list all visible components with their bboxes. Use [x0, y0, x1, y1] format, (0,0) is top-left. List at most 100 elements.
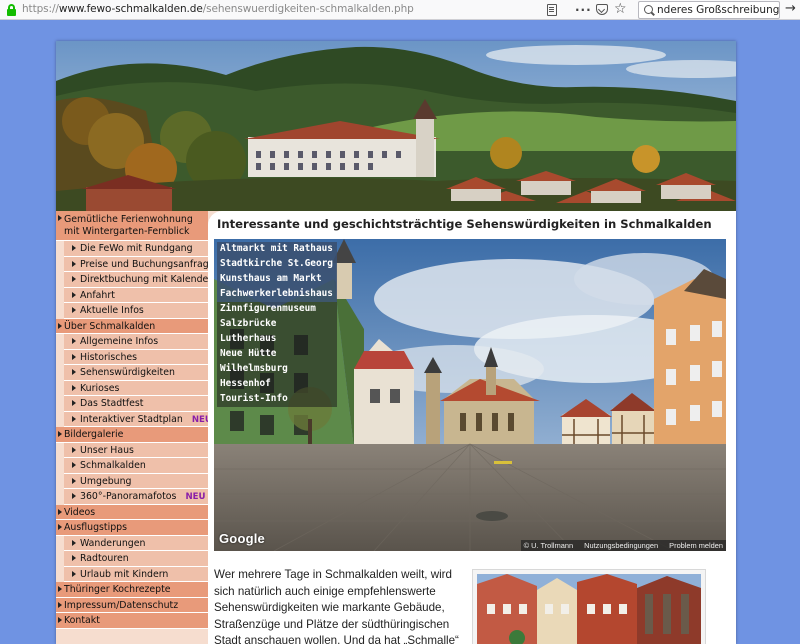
nav-item-kurioses[interactable]: Kurioses: [64, 380, 208, 396]
street-view-panorama[interactable]: Altmarkt mit Rathaus Stadtkirche St.Geor…: [214, 239, 726, 551]
nav-arrow-icon: [58, 524, 62, 530]
nav-item-impressum[interactable]: Impressum/Datenschutz: [56, 597, 208, 613]
go-arrow-icon[interactable]: →: [785, 1, 796, 16]
nav-arrow-icon: [72, 276, 76, 282]
nav-item-anfahrt[interactable]: Anfahrt: [64, 287, 208, 303]
poi-link-altmarkt[interactable]: Altmarkt mit Rathaus: [217, 242, 337, 257]
nav-arrow-icon: [58, 601, 62, 608]
nav-item-label: Urlaub mit Kindern: [80, 568, 169, 580]
nav-item-label: Wanderungen: [80, 537, 146, 549]
nav-item-label: Videos: [64, 506, 96, 518]
nav-arrow-icon: [72, 555, 76, 561]
poi-link-lutherhaus[interactable]: Lutherhaus: [217, 332, 337, 347]
poi-link-fachwerkerlebnishaus[interactable]: Fachwerkerlebnishaus: [217, 287, 337, 302]
map-terms-link[interactable]: Nutzungsbedingungen: [584, 541, 658, 550]
nav-item-kontakt[interactable]: Kontakt: [56, 613, 208, 629]
nav-arrow-icon: [72, 338, 76, 344]
nav-item-label: Die FeWo mit Rundgang: [80, 243, 193, 254]
poi-list: Altmarkt mit Rathaus Stadtkirche St.Geor…: [217, 242, 337, 407]
nav-arrow-icon: [72, 384, 76, 391]
url-scheme: https://: [22, 3, 59, 15]
nav-item-label: Über Schmalkalden: [64, 320, 156, 332]
map-copyright: © U. Trollmann: [523, 541, 574, 550]
nav-arrow-icon: [58, 617, 62, 623]
nav-item-label: Kurioses: [80, 382, 120, 394]
sidebar-nav: Gemütliche Ferienwohnung mit Wintergarte…: [56, 211, 214, 644]
poi-link-zinnfigurenmuseum[interactable]: Zinnfigurenmuseum: [217, 302, 337, 317]
reader-view-icon[interactable]: [547, 4, 557, 16]
browser-toolbar: https://www.fewo-schmalkalden.de/sehensw…: [0, 0, 800, 20]
nav-item-umgebung[interactable]: Umgebung: [64, 473, 208, 489]
nav-item-label: Gemütliche Ferienwohnung mit Wintergarte…: [64, 214, 193, 237]
nav-item-ueber-schmalkalden[interactable]: Über Schmalkalden: [56, 318, 208, 334]
nav-item-ausflugstipps[interactable]: Ausflugstipps: [56, 520, 208, 536]
nav-item-videos[interactable]: Videos: [56, 504, 208, 520]
nav-arrow-icon: [72, 477, 76, 484]
nav-item-label: Impressum/Datenschutz: [64, 599, 179, 611]
header-banner-image: [56, 41, 736, 211]
nav-item-label: Ausflugstipps: [64, 522, 127, 533]
nav-item-aktuelle-infos[interactable]: Aktuelle Infos: [64, 303, 208, 319]
nav-item-stadtfest[interactable]: Das Stadtfest: [64, 396, 208, 412]
nav-item-panoramafotos[interactable]: 360°-Panoramafotos NEU: [64, 489, 208, 505]
nav-arrow-icon: [72, 369, 76, 375]
nav-item-label: Sehenswürdigkeiten: [80, 367, 175, 378]
nav-item-label: Historisches: [80, 351, 138, 363]
poi-link-kunsthaus[interactable]: Kunsthaus am Markt: [217, 272, 337, 287]
nav-arrow-icon: [72, 493, 76, 499]
nav-item-allgemeine-infos[interactable]: Allgemeine Infos: [64, 334, 208, 350]
nav-item-sehenswuerdigkeiten[interactable]: Sehenswürdigkeiten: [64, 365, 208, 381]
nav-item-wanderungen[interactable]: Wanderungen: [64, 535, 208, 551]
poi-link-wilhelmsburg[interactable]: Wilhelmsburg: [217, 362, 337, 377]
map-report-link[interactable]: Problem melden: [669, 541, 723, 550]
nav-item-historisches[interactable]: Historisches: [64, 349, 208, 365]
nav-arrow-icon: [72, 539, 76, 546]
search-input-value: nderes Großschreibung: [657, 4, 780, 16]
nav-item-label: Kontakt: [64, 615, 100, 626]
page-actions-icon[interactable]: ···: [575, 2, 592, 18]
address-bar[interactable]: https://www.fewo-schmalkalden.de/sehensw…: [22, 3, 414, 15]
nav-item-label: Allgemeine Infos: [80, 336, 159, 347]
poi-link-stadtkirche[interactable]: Stadtkirche St.Georg: [217, 257, 337, 272]
nav-item-label: Schmalkalden: [80, 460, 146, 471]
poi-link-salzbruecke[interactable]: Salzbrücke: [217, 317, 337, 332]
nav-item-ferienwohnung[interactable]: Gemütliche Ferienwohnung mit Wintergarte…: [56, 211, 208, 241]
pocket-icon[interactable]: [596, 4, 608, 15]
poi-link-neue-huette[interactable]: Neue Hütte: [217, 347, 337, 362]
nav-item-stadtplan[interactable]: Interaktiver Stadtplan NEU: [64, 411, 212, 427]
google-logo[interactable]: Google: [219, 531, 265, 546]
nav-item-bildergalerie[interactable]: Bildergalerie: [56, 427, 208, 443]
town-panorama-illustration: [56, 41, 736, 211]
url-path: /sehenswuerdigkeiten-schmalkalden.php: [202, 3, 414, 15]
nav-item-radtouren[interactable]: Radtouren: [64, 551, 208, 567]
nav-item-direktbuchung[interactable]: Direktbuchung mit Kalender: [64, 272, 212, 288]
nav-arrow-icon: [72, 462, 76, 468]
nav-arrow-icon: [72, 415, 76, 422]
nav-item-label: Interaktiver Stadtplan: [80, 413, 183, 425]
nav-item-label: Unser Haus: [80, 444, 134, 456]
url-host: www.fewo-schmalkalden.de: [58, 3, 203, 15]
nav-item-label: Direktbuchung mit Kalender: [80, 274, 213, 285]
nav-item-kochrezepte[interactable]: Thüringer Kochrezepte: [56, 582, 208, 598]
nav-arrow-icon: [72, 446, 76, 453]
nav-arrow-icon: [72, 245, 76, 251]
nav-item-schmalkalden[interactable]: Schmalkalden: [64, 458, 208, 474]
lock-icon[interactable]: [7, 4, 16, 16]
nav-arrow-icon: [72, 260, 76, 267]
poi-link-tourist-info[interactable]: Tourist-Info: [217, 392, 337, 407]
page-title: Interessante und geschichtsträchtige Seh…: [217, 217, 712, 231]
map-footer: © U. Trollmann Nutzungsbedingungen Probl…: [520, 540, 726, 551]
nav-item-unser-haus[interactable]: Unser Haus: [64, 442, 208, 458]
bookmark-star-icon[interactable]: ☆: [614, 1, 627, 17]
nav-item-urlaub-kinder[interactable]: Urlaub mit Kindern: [64, 566, 208, 582]
nav-item-label: Thüringer Kochrezepte: [64, 584, 171, 595]
search-input[interactable]: nderes Großschreibung: [638, 1, 780, 19]
nav-arrow-icon: [72, 291, 76, 298]
nav-item-preise[interactable]: Preise und Buchungsanfrage: [64, 256, 214, 272]
page-frame: Gemütliche Ferienwohnung mit Wintergarte…: [56, 41, 736, 644]
poi-link-hessenhof[interactable]: Hessenhof: [217, 377, 337, 392]
nav-item-label: Bildergalerie: [64, 429, 124, 440]
nav-item-fewo-rundgang[interactable]: Die FeWo mit Rundgang: [64, 241, 208, 257]
market-buildings-illustration: [477, 574, 701, 644]
nav-item-label: 360°-Panoramafotos: [80, 491, 177, 502]
